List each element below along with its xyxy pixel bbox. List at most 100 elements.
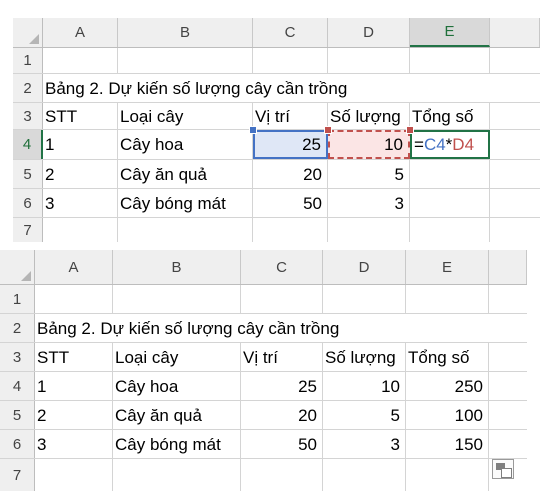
paste-options-icon[interactable] bbox=[492, 459, 514, 479]
cell[interactable] bbox=[253, 48, 328, 73]
cell[interactable] bbox=[43, 48, 118, 73]
column-header-d[interactable]: D bbox=[328, 18, 410, 47]
row-header[interactable]: 2 bbox=[0, 314, 35, 342]
formula-editing-cell-e4[interactable]: = C4 * D4 bbox=[410, 130, 490, 159]
row-header[interactable]: 4 bbox=[13, 130, 43, 159]
column-header-f[interactable] bbox=[490, 18, 540, 47]
referenced-cell-c4[interactable]: 25 bbox=[253, 130, 328, 159]
header-cell-stt[interactable]: STT bbox=[35, 343, 113, 371]
header-cell-vi-tri[interactable]: Vị trí bbox=[253, 103, 328, 129]
column-header-c[interactable]: C bbox=[253, 18, 328, 47]
cell[interactable]: 250 bbox=[406, 372, 489, 400]
referenced-cell-d4[interactable]: 10 bbox=[328, 130, 410, 159]
cell[interactable]: 3 bbox=[43, 189, 118, 217]
row-header[interactable]: 1 bbox=[13, 48, 43, 73]
cell[interactable]: 1 bbox=[35, 372, 113, 400]
cell[interactable]: Cây hoa bbox=[118, 130, 253, 159]
cell[interactable] bbox=[113, 459, 241, 491]
cell[interactable]: 5 bbox=[323, 401, 406, 429]
header-cell-stt[interactable]: STT bbox=[43, 103, 118, 129]
cell[interactable]: 25 bbox=[241, 372, 323, 400]
cell[interactable] bbox=[35, 459, 113, 491]
column-header-e[interactable]: E bbox=[406, 250, 489, 284]
row-header[interactable]: 7 bbox=[13, 218, 43, 242]
sheet-row: 1 bbox=[0, 285, 527, 314]
row-header[interactable]: 5 bbox=[0, 401, 35, 429]
cell[interactable] bbox=[241, 285, 323, 313]
header-cell-loai-cay[interactable]: Loại cây bbox=[113, 343, 241, 371]
table-title-cell[interactable]: Bảng 2. Dự kiến số lượng cây cần trồng bbox=[43, 74, 490, 102]
sheet-row: 5 2 Cây ăn quả 20 5 100 bbox=[0, 401, 527, 430]
column-header-e[interactable]: E bbox=[410, 18, 490, 47]
cell[interactable]: 2 bbox=[35, 401, 113, 429]
cell[interactable]: 10 bbox=[323, 372, 406, 400]
cell[interactable]: 150 bbox=[406, 430, 489, 458]
column-header-a[interactable]: A bbox=[35, 250, 113, 284]
cell[interactable] bbox=[113, 285, 241, 313]
cell[interactable]: Cây bóng mát bbox=[113, 430, 241, 458]
cell[interactable] bbox=[241, 459, 323, 491]
page-shape bbox=[501, 468, 512, 478]
row-header[interactable]: 3 bbox=[13, 103, 43, 129]
row-header[interactable]: 1 bbox=[0, 285, 35, 313]
row-header[interactable]: 6 bbox=[13, 189, 43, 217]
range-handle[interactable] bbox=[249, 126, 257, 134]
cell[interactable] bbox=[406, 459, 489, 491]
cell[interactable] bbox=[118, 48, 253, 73]
cell[interactable] bbox=[328, 48, 410, 73]
column-header-a[interactable]: A bbox=[43, 18, 118, 47]
column-header-d[interactable]: D bbox=[323, 250, 406, 284]
column-header-f[interactable] bbox=[489, 250, 527, 284]
cell[interactable] bbox=[410, 48, 490, 73]
range-handle[interactable] bbox=[324, 126, 332, 134]
cell[interactable]: 3 bbox=[328, 189, 410, 217]
cell[interactable] bbox=[118, 218, 253, 242]
cell[interactable] bbox=[410, 189, 490, 217]
cell[interactable]: 3 bbox=[323, 430, 406, 458]
row-header[interactable]: 6 bbox=[0, 430, 35, 458]
row-header[interactable]: 2 bbox=[13, 74, 43, 102]
cell[interactable]: 20 bbox=[241, 401, 323, 429]
select-all-corner[interactable] bbox=[0, 250, 35, 284]
cell[interactable]: 20 bbox=[253, 160, 328, 188]
header-cell-loai-cay[interactable]: Loại cây bbox=[118, 103, 253, 129]
column-header-b[interactable]: B bbox=[118, 18, 253, 47]
cell[interactable]: 2 bbox=[43, 160, 118, 188]
sheet-row: 6 3 Cây bóng mát 50 3 bbox=[13, 189, 540, 218]
cell[interactable] bbox=[328, 218, 410, 242]
cell[interactable]: 100 bbox=[406, 401, 489, 429]
column-header-c[interactable]: C bbox=[241, 250, 323, 284]
row-header[interactable]: 3 bbox=[0, 343, 35, 371]
cell[interactable]: 50 bbox=[241, 430, 323, 458]
cell[interactable] bbox=[253, 218, 328, 242]
cell[interactable] bbox=[43, 218, 118, 242]
cell[interactable] bbox=[323, 285, 406, 313]
cell[interactable] bbox=[406, 285, 489, 313]
cell[interactable] bbox=[35, 285, 113, 313]
cell[interactable] bbox=[410, 218, 490, 242]
cell[interactable]: Cây bóng mát bbox=[118, 189, 253, 217]
cell[interactable]: Cây ăn quả bbox=[118, 160, 253, 188]
sheet-row: 3 STT Loại cây Vị trí Số lượng Tổng số bbox=[0, 343, 527, 372]
column-header-b[interactable]: B bbox=[113, 250, 241, 284]
cell[interactable]: 3 bbox=[35, 430, 113, 458]
cell[interactable]: 5 bbox=[328, 160, 410, 188]
header-cell-tong-so[interactable]: Tổng số bbox=[406, 343, 489, 371]
range-handle[interactable] bbox=[406, 126, 414, 134]
header-cell-so-luong[interactable]: Số lượng bbox=[328, 103, 410, 129]
select-all-corner[interactable] bbox=[13, 18, 43, 47]
row-header[interactable]: 5 bbox=[13, 160, 43, 188]
cell[interactable]: 50 bbox=[253, 189, 328, 217]
row-header[interactable]: 4 bbox=[0, 372, 35, 400]
row-header[interactable]: 7 bbox=[0, 459, 35, 491]
header-cell-so-luong[interactable]: Số lượng bbox=[323, 343, 406, 371]
table-title-cell[interactable]: Bảng 2. Dự kiến số lượng cây cần trồng bbox=[35, 314, 489, 342]
cell[interactable] bbox=[323, 459, 406, 491]
cell[interactable]: 1 bbox=[43, 130, 118, 159]
header-cell-vi-tri[interactable]: Vị trí bbox=[241, 343, 323, 371]
cell[interactable]: Cây hoa bbox=[113, 372, 241, 400]
header-cell-tong-so[interactable]: Tổng số bbox=[410, 103, 490, 129]
sheet-row: 3 STT Loại cây Vị trí Số lượng Tổng số bbox=[13, 103, 540, 130]
cell[interactable] bbox=[410, 160, 490, 188]
cell[interactable]: Cây ăn quả bbox=[113, 401, 241, 429]
